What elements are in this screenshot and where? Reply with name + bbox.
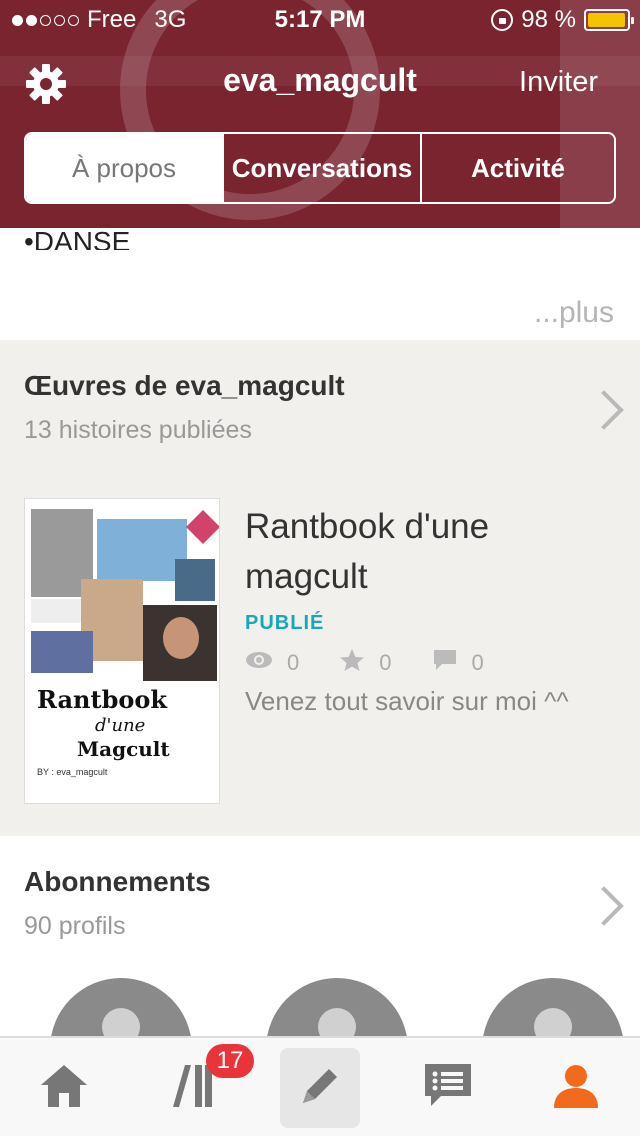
more-link[interactable]: ...plus <box>534 296 614 330</box>
profile-header: Free 3G 5:17 PM 98 % eva_magcult Inviter… <box>0 0 640 228</box>
invite-button[interactable]: Inviter <box>519 66 598 99</box>
cover-subtitle: d'une <box>95 715 146 736</box>
works-count: 13 histoires publiées <box>24 416 252 444</box>
bottom-tab-bar: 17 <box>0 1036 640 1136</box>
cover-byline: BY : eva_magcult <box>37 767 108 777</box>
reads-count: 0 <box>287 650 300 675</box>
story-description: Venez tout savoir sur moi ^^ <box>245 686 569 716</box>
chevron-right-icon[interactable] <box>590 390 614 430</box>
reads-stat: 0 <box>245 650 299 676</box>
story-cover[interactable]: Rantbook d'une Magcult BY : eva_magcult <box>24 498 220 804</box>
tab-profile[interactable] <box>536 1048 616 1128</box>
messages-icon <box>423 1062 473 1115</box>
following-count: 90 profils <box>24 912 126 940</box>
battery-icon <box>584 9 634 31</box>
works-section: Œuvres de eva_magcult 13 histoires publi… <box>0 340 640 836</box>
tab-home[interactable] <box>24 1048 104 1128</box>
comments-stat: 0 <box>432 648 484 678</box>
chevron-right-icon[interactable] <box>590 886 614 926</box>
status-bar: Free 3G 5:17 PM 98 % <box>0 0 640 40</box>
story-status-badge: PUBLIÉ <box>245 612 325 634</box>
comments-count: 0 <box>471 650 484 675</box>
navigation-bar: eva_magcult Inviter <box>0 50 640 114</box>
cover-subtitle-2: Magcult <box>77 737 170 761</box>
battery-percent: 98 % <box>521 6 576 33</box>
works-title[interactable]: Œuvres de eva_magcult <box>24 370 345 402</box>
tab-messages[interactable] <box>408 1048 488 1128</box>
about-section: •DANSE ...plus <box>0 226 640 340</box>
about-text: •DANSE <box>24 226 131 250</box>
tab-write[interactable] <box>280 1048 360 1128</box>
tab-activity[interactable]: Activité <box>420 134 614 202</box>
library-badge: 17 <box>206 1044 254 1078</box>
eye-icon <box>245 650 273 676</box>
tab-conversations[interactable]: Conversations <box>222 134 420 202</box>
story-title[interactable]: Rantbook d'une magcult <box>245 502 615 602</box>
votes-count: 0 <box>379 650 392 675</box>
comment-icon <box>432 648 458 678</box>
rotation-lock-icon <box>491 9 514 31</box>
profile-tabs: À propos Conversations Activité <box>24 132 616 204</box>
write-icon <box>295 1061 345 1116</box>
star-icon <box>339 648 365 678</box>
cover-title: Rantbook <box>37 685 168 714</box>
profile-icon <box>552 1062 600 1115</box>
status-right: 98 % <box>491 6 634 34</box>
following-title[interactable]: Abonnements <box>24 866 211 898</box>
home-icon <box>39 1063 89 1114</box>
following-section: Abonnements 90 profils <box>0 836 640 1120</box>
votes-stat: 0 <box>339 648 392 678</box>
tab-about[interactable]: À propos <box>26 134 222 202</box>
story-stats: 0 0 0 <box>245 648 524 678</box>
